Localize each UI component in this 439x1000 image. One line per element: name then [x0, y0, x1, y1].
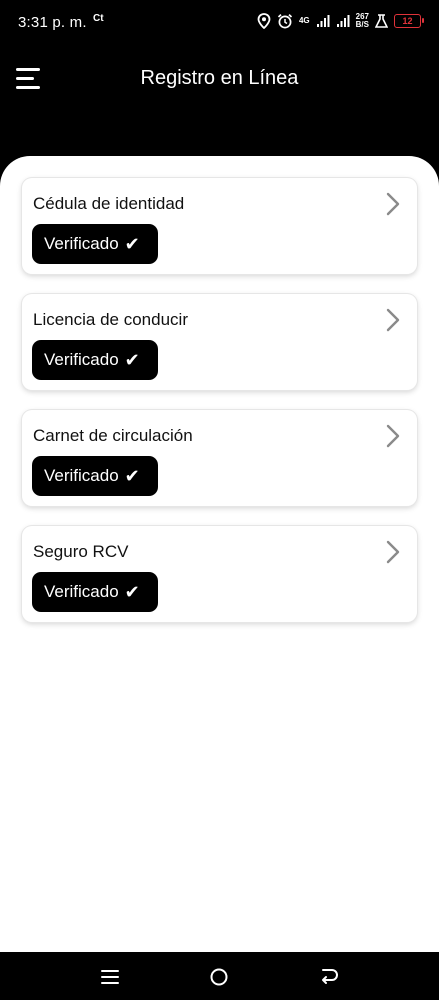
- check-icon: ✔: [124, 581, 140, 602]
- recent-apps-icon[interactable]: [99, 966, 121, 988]
- network-type-indicator: 4G: [299, 17, 310, 25]
- document-title: Seguro RCV: [33, 542, 129, 561]
- content-panel: Cédula de identidad Verificado ✔ Licenci…: [0, 156, 439, 952]
- signal-icon: [316, 15, 330, 27]
- status-icons: 4G 267 B/S 12: [257, 11, 424, 31]
- check-icon: ✔: [124, 349, 140, 370]
- document-title: Carnet de circulación: [33, 426, 193, 445]
- document-card-carnet[interactable]: Carnet de circulación Verificado ✔: [22, 410, 417, 506]
- check-icon: ✔: [124, 465, 140, 486]
- check-icon: ✔: [124, 233, 140, 254]
- verified-label: Verificado: [44, 234, 119, 253]
- back-icon[interactable]: [318, 966, 340, 988]
- signal-icon-secondary: [336, 15, 350, 27]
- document-title: Licencia de conducir: [33, 310, 188, 329]
- lab-icon: [375, 14, 388, 28]
- chevron-right-icon: [386, 424, 400, 448]
- battery-level: 12: [402, 16, 413, 26]
- status-time: 3:31 p. m.: [18, 14, 87, 31]
- battery-icon: 12: [394, 14, 424, 28]
- verified-label: Verificado: [44, 350, 119, 369]
- verified-badge: Verificado ✔: [32, 456, 158, 496]
- verified-label: Verificado: [44, 466, 119, 485]
- alarm-icon: [277, 13, 293, 29]
- network-speed: 267 B/S: [356, 13, 369, 29]
- chevron-right-icon: [386, 192, 400, 216]
- verified-badge: Verificado ✔: [32, 340, 158, 380]
- document-card-seguro[interactable]: Seguro RCV Verificado ✔: [22, 526, 417, 622]
- document-title: Cédula de identidad: [33, 194, 185, 213]
- verified-badge: Verificado ✔: [32, 224, 158, 264]
- verified-badge: Verificado ✔: [32, 572, 158, 612]
- app-header: Registro en Línea: [0, 44, 439, 154]
- location-icon: [257, 13, 271, 29]
- notification-indicator: Ct: [93, 13, 104, 24]
- system-nav-bar: [0, 952, 439, 1000]
- status-bar: 3:31 p. m. Ct 4G 267 B/S 12: [0, 0, 439, 44]
- chevron-right-icon: [386, 308, 400, 332]
- chevron-right-icon: [386, 540, 400, 564]
- network-speed-unit: B/S: [355, 20, 369, 29]
- document-card-cedula[interactable]: Cédula de identidad Verificado ✔: [22, 178, 417, 274]
- verified-label: Verificado: [44, 582, 119, 601]
- home-icon[interactable]: [208, 966, 230, 988]
- page-title: Registro en Línea: [140, 67, 299, 89]
- network-type: 4G: [298, 16, 310, 25]
- document-card-licencia[interactable]: Licencia de conducir Verificado ✔: [22, 294, 417, 390]
